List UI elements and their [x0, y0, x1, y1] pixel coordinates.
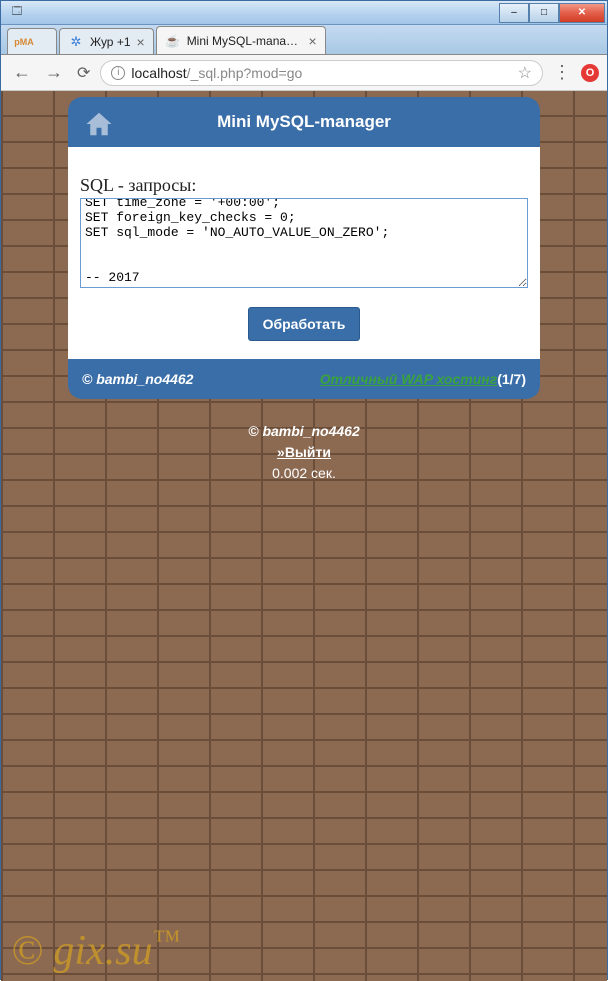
page-content: Mini MySQL-manager SQL - запросы: Обрабо… — [1, 91, 607, 981]
extension-icon[interactable]: O — [581, 64, 599, 82]
java-icon: ☕ — [165, 33, 181, 49]
below-copyright: © bambi_no4462 — [1, 421, 607, 442]
close-button[interactable]: ✕ — [559, 3, 605, 23]
tab-close-icon[interactable]: × — [309, 33, 317, 49]
submit-button[interactable]: Обработать — [248, 307, 361, 341]
tab-label: Mini MySQL-manager — [187, 34, 303, 48]
app-icon: 🗔 — [9, 5, 25, 21]
reload-button[interactable]: ⟳ — [73, 61, 94, 85]
app-card: Mini MySQL-manager SQL - запросы: Обрабо… — [68, 97, 540, 399]
titlebar: 🗔 – □ ✕ — [1, 1, 607, 25]
footer-copyright: © bambi_no4462 — [82, 371, 193, 387]
browser-menu-icon[interactable]: ⋮ — [549, 62, 575, 83]
url-display: localhost/_sql.php?mod=go — [131, 65, 511, 81]
tabs-row: pMA ✲ Жур +1 × ☕ Mini MySQL-manager × — [1, 25, 607, 55]
window-controls: – □ ✕ — [499, 3, 605, 23]
home-icon[interactable] — [84, 109, 114, 135]
sql-label: SQL - запросы: — [80, 175, 528, 196]
app-footer: © bambi_no4462 Отличный WAP хостинг(1/7) — [68, 359, 540, 399]
site-info-icon[interactable]: i — [111, 66, 125, 80]
window-frame: 🗔 – □ ✕ pMA ✲ Жур +1 × ☕ Mini MySQL-mana… — [0, 0, 608, 980]
app-header: Mini MySQL-manager — [68, 97, 540, 147]
app-body: SQL - запросы: Обработать — [68, 147, 540, 359]
tab-mini-mysql[interactable]: ☕ Mini MySQL-manager × — [156, 26, 326, 54]
maximize-button[interactable]: □ — [529, 3, 559, 23]
app-title: Mini MySQL-manager — [217, 112, 391, 132]
joomla-icon: ✲ — [68, 34, 84, 50]
watermark: © gix.su™ — [11, 925, 180, 975]
sql-textarea[interactable] — [80, 198, 528, 288]
logout-link[interactable]: »Выйти — [277, 444, 331, 460]
bookmark-icon[interactable]: ☆ — [518, 63, 532, 83]
render-time: 0.002 сек. — [1, 463, 607, 484]
tab-jur[interactable]: ✲ Жур +1 × — [59, 28, 154, 54]
tab-pma[interactable]: pMA — [7, 28, 57, 54]
back-button[interactable]: ← — [9, 60, 35, 85]
tab-label: Жур +1 — [90, 35, 131, 49]
address-bar[interactable]: i localhost/_sql.php?mod=go ☆ — [100, 60, 543, 86]
hosting-link[interactable]: Отличный WAP хостинг — [320, 371, 497, 387]
page-indicator: (1/7) — [497, 371, 526, 387]
toolbar: ← → ⟳ i localhost/_sql.php?mod=go ☆ ⋮ O — [1, 55, 607, 91]
minimize-button[interactable]: – — [499, 3, 529, 23]
tab-close-icon[interactable]: × — [137, 34, 145, 50]
phpmyadmin-icon: pMA — [16, 34, 32, 50]
forward-button[interactable]: → — [41, 60, 67, 85]
footer-right: Отличный WAP хостинг(1/7) — [320, 371, 526, 387]
below-info: © bambi_no4462 »Выйти 0.002 сек. — [1, 421, 607, 484]
titlebar-icons: 🗔 — [3, 5, 25, 21]
submit-row: Обработать — [80, 307, 528, 341]
